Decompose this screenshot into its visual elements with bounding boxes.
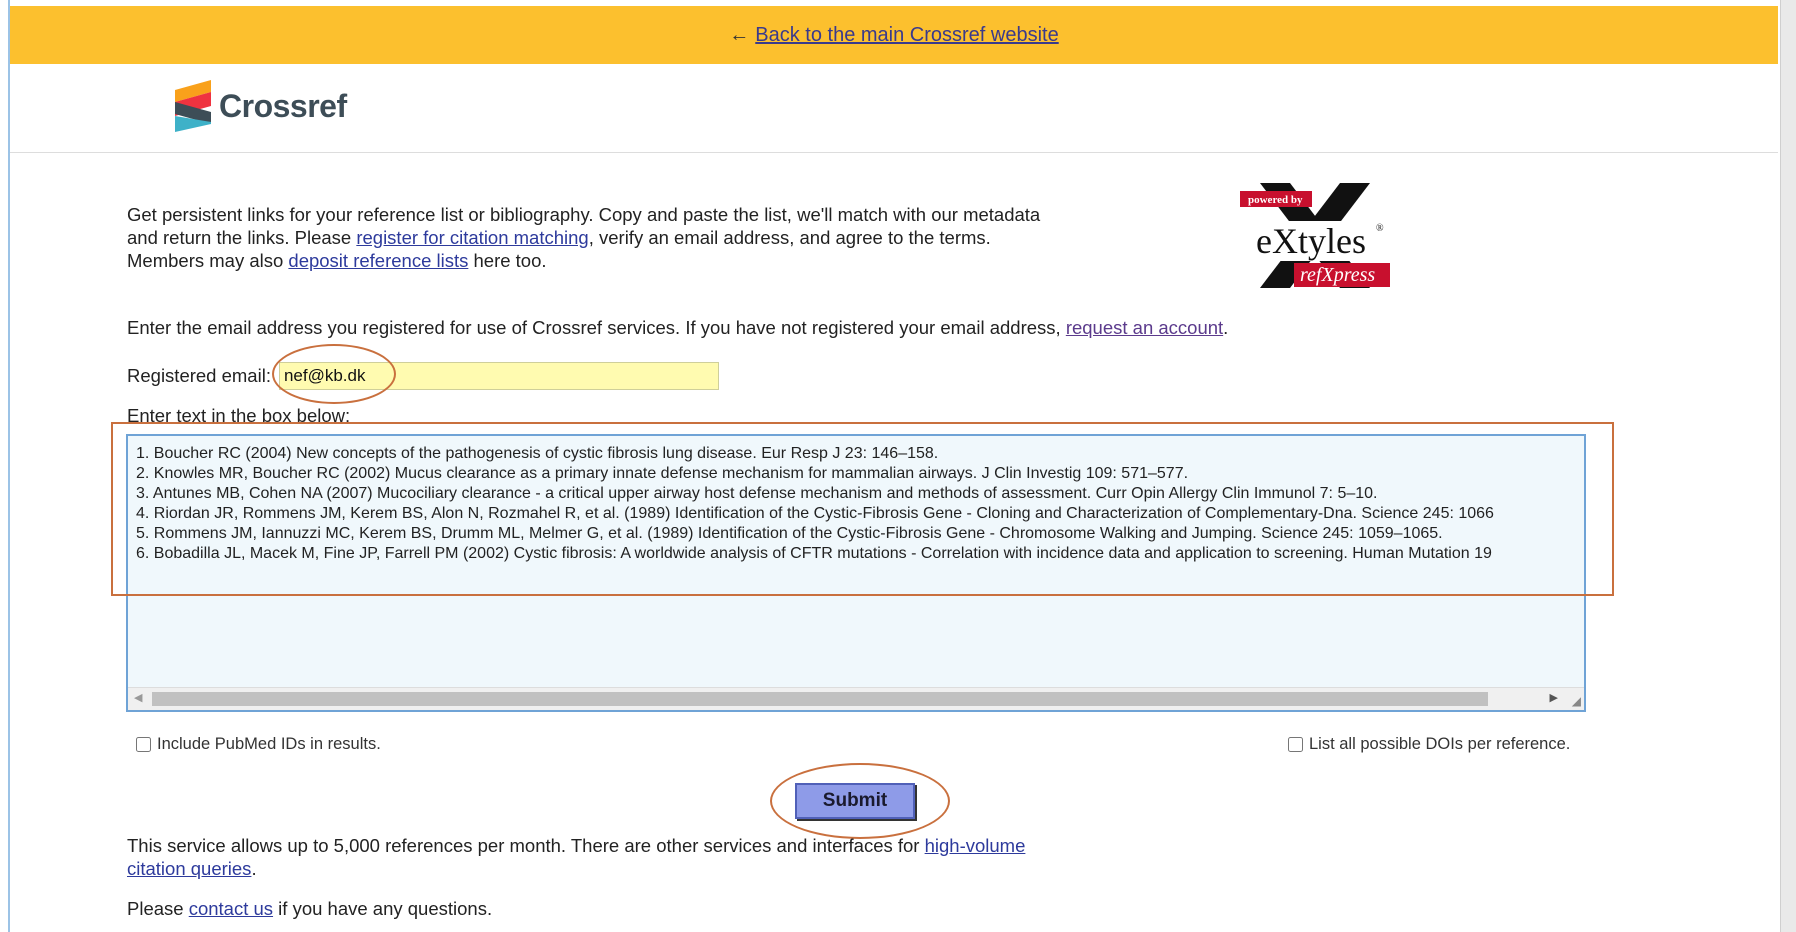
email-label: Registered email:	[127, 365, 271, 386]
intro-paragraph: Get persistent links for your reference …	[127, 203, 1067, 272]
email-row: Registered email:	[127, 362, 719, 390]
scroll-right-arrow-icon[interactable]: ▶	[1550, 691, 1558, 704]
back-to-crossref-link[interactable]: Back to the main Crossref website	[755, 24, 1058, 47]
top-banner: ← Back to the main Crossref website	[10, 6, 1778, 64]
reference-line: 5. Rommens JM, Iannuzzi MC, Kerem BS, Dr…	[136, 525, 1443, 542]
extyles-reg: ®	[1376, 223, 1384, 234]
service-suffix: .	[251, 858, 257, 879]
account-suffix: .	[1223, 317, 1229, 338]
reference-line: 6. Bobadilla JL, Macek M, Fine JP, Farre…	[136, 545, 1492, 562]
extyles-powered-by: powered by	[1248, 194, 1303, 206]
extyles-brand: eXtyles	[1256, 221, 1366, 261]
crossref-logo[interactable]: Crossref	[173, 78, 347, 134]
register-citation-matching-link[interactable]: register for citation matching	[356, 227, 588, 248]
pubmed-label: Include PubMed IDs in results.	[157, 735, 381, 753]
all-dois-option[interactable]: List all possible DOIs per reference.	[1288, 735, 1570, 754]
extyles-sub: refXpress	[1300, 264, 1375, 286]
scrollbar-thumb[interactable]	[152, 692, 1488, 706]
contact-line: Please contact us if you have any questi…	[127, 898, 492, 920]
deposit-reference-lists-link[interactable]: deposit reference lists	[288, 250, 468, 271]
vertical-scrollbar[interactable]	[1780, 0, 1796, 932]
site-header: Crossref	[10, 64, 1778, 153]
account-text: Enter the email address you registered f…	[127, 317, 1066, 338]
registered-email-input[interactable]	[278, 362, 719, 390]
reference-line: 4. Riordan JR, Rommens JM, Kerem BS, Alo…	[136, 505, 1494, 522]
all-dois-checkbox[interactable]	[1288, 737, 1303, 752]
submit-button[interactable]: Submit	[795, 783, 915, 819]
textarea-label: Enter text in the box below:	[127, 405, 351, 425]
pubmed-checkbox[interactable]	[136, 737, 151, 752]
account-instructions: Enter the email address you registered f…	[127, 317, 1228, 339]
reference-line: 2. Knowles MR, Boucher RC (2002) Mucus c…	[136, 465, 1189, 482]
pubmed-option[interactable]: Include PubMed IDs in results.	[136, 735, 381, 754]
extyles-refxpress-logo: powered by eXtyles ® refXpress	[1240, 183, 1390, 288]
textarea-horizontal-scrollbar[interactable]: ◀ ▶ ◢	[128, 687, 1584, 710]
all-dois-label: List all possible DOIs per reference.	[1309, 735, 1571, 753]
resize-grip-icon[interactable]: ◢	[1572, 694, 1581, 708]
back-arrow-icon: ←	[729, 23, 750, 46]
reference-line: 1. Boucher RC (2004) New concepts of the…	[136, 445, 939, 462]
crossref-logo-icon	[175, 80, 211, 132]
request-account-link[interactable]: request an account	[1066, 317, 1223, 338]
contact-prefix: Please	[127, 898, 189, 919]
crossref-logo-text: Crossref	[219, 87, 347, 124]
contact-us-link[interactable]: contact us	[189, 898, 273, 919]
service-info: This service allows up to 5,000 referenc…	[127, 834, 1027, 880]
scroll-left-arrow-icon[interactable]: ◀	[134, 691, 142, 704]
intro-text-3: here too.	[468, 250, 547, 271]
reference-line: 3. Antunes MB, Cohen NA (2007) Mucocilia…	[136, 485, 1378, 502]
window-left-edge	[0, 0, 10, 932]
service-text: This service allows up to 5,000 referenc…	[127, 835, 925, 856]
references-textarea[interactable]: 1. Boucher RC (2004) New concepts of the…	[126, 434, 1586, 712]
contact-suffix: if you have any questions.	[273, 898, 493, 919]
